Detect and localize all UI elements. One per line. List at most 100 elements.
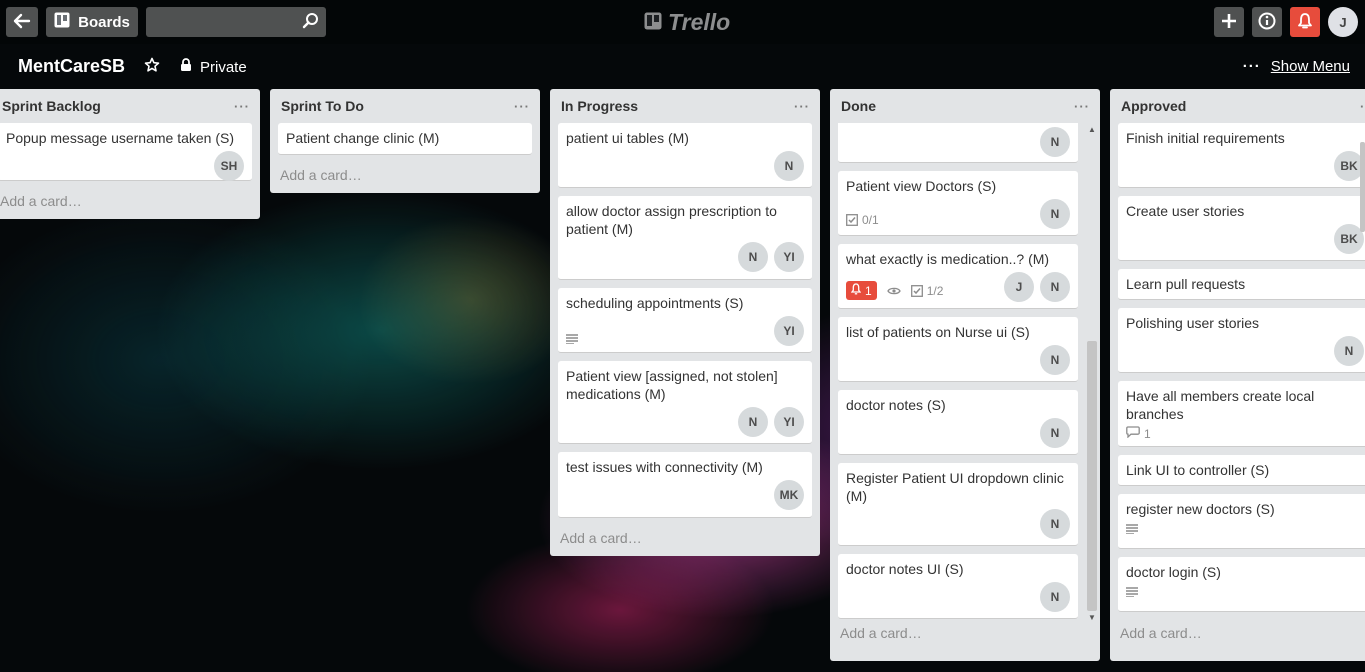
comment-icon xyxy=(1126,426,1140,441)
card[interactable]: Create user stories BK xyxy=(1118,196,1365,261)
list-title[interactable]: Sprint Backlog xyxy=(2,98,101,114)
card[interactable]: Have all members create local branches 1 xyxy=(1118,381,1365,447)
add-card-button[interactable]: Add a card… xyxy=(550,526,820,556)
card[interactable]: Popup message username taken (S) SH xyxy=(0,123,252,181)
show-menu-label: Show Menu xyxy=(1270,58,1350,75)
card[interactable]: doctor login (S) xyxy=(1118,557,1365,612)
card[interactable]: Patient view [assigned, not stolen] medi… xyxy=(558,361,812,444)
member-avatar[interactable]: N xyxy=(1334,336,1364,366)
add-card-button[interactable]: Add a card… xyxy=(1110,623,1365,651)
search-box[interactable] xyxy=(146,7,326,37)
card[interactable]: N xyxy=(838,123,1078,163)
card[interactable]: what exactly is medication..? (M) 1 1/2 … xyxy=(838,244,1078,309)
card[interactable]: test issues with connectivity (M) MK xyxy=(558,452,812,518)
plus-icon xyxy=(1221,9,1237,35)
board-title[interactable]: MentCareSB xyxy=(18,56,125,77)
member-avatar[interactable]: N xyxy=(1040,509,1070,539)
card[interactable]: scheduling appointments (S) YI xyxy=(558,288,812,353)
scroll-up-arrow-icon[interactable]: ▲ xyxy=(1087,125,1097,137)
privacy-label: Private xyxy=(200,58,247,76)
back-button[interactable] xyxy=(6,7,38,37)
info-button[interactable] xyxy=(1252,7,1282,37)
card[interactable]: Patient change clinic (M) xyxy=(278,123,532,155)
checklist-badge: 0/1 xyxy=(846,213,879,227)
card[interactable]: Link UI to controller (S) xyxy=(1118,455,1365,486)
board-scrollbar-thumb[interactable] xyxy=(1360,142,1365,232)
member-avatar[interactable]: N xyxy=(738,407,768,437)
list-done: Done ··· N Patient view Doctors (S) 0/1 … xyxy=(830,89,1100,661)
card[interactable]: doctor notes (S) N xyxy=(838,390,1078,455)
list-scrollbar[interactable]: ▲ ▼ xyxy=(1087,125,1097,625)
list-title[interactable]: Approved xyxy=(1121,98,1186,114)
member-avatar[interactable]: SH xyxy=(214,151,244,181)
description-icon xyxy=(1126,524,1138,534)
card-title: Create user stories xyxy=(1126,203,1245,219)
ellipsis-icon: ··· xyxy=(1242,58,1261,75)
member-avatar[interactable]: N xyxy=(1040,127,1070,157)
list-menu-icon[interactable]: ··· xyxy=(794,99,810,114)
add-card-button[interactable]: Add a card… xyxy=(0,189,260,219)
card-title: list of patients on Nurse ui (S) xyxy=(846,324,1030,340)
back-arrow-icon xyxy=(13,13,31,32)
card-title: allow doctor assign prescription to pati… xyxy=(566,203,777,237)
card-title: Popup message username taken (S) xyxy=(6,130,235,146)
card[interactable]: list of patients on Nurse ui (S) N xyxy=(838,317,1078,382)
star-icon[interactable] xyxy=(144,57,160,78)
card[interactable]: Polishing user stories N xyxy=(1118,308,1365,373)
card[interactable]: Learn pull requests xyxy=(1118,269,1365,300)
notifications-button[interactable] xyxy=(1290,7,1320,37)
list-sprint-backlog: Sprint Backlog ··· Popup message usernam… xyxy=(0,89,260,219)
list-menu-icon[interactable]: ··· xyxy=(1074,99,1090,114)
member-avatar[interactable]: N xyxy=(774,151,804,181)
description-icon xyxy=(566,334,578,344)
card-title: Learn pull requests xyxy=(1126,276,1246,292)
info-icon xyxy=(1258,12,1276,33)
scrollbar-thumb[interactable] xyxy=(1087,341,1097,611)
add-card-button[interactable]: Add a card… xyxy=(270,163,540,193)
card[interactable]: register new doctors (S) xyxy=(1118,494,1365,549)
card-title: doctor notes UI (S) xyxy=(846,561,964,577)
add-card-button[interactable]: Add a card… xyxy=(830,623,1100,651)
list-title[interactable]: Done xyxy=(841,98,876,114)
checklist-count: 0/1 xyxy=(862,213,879,227)
member-avatar[interactable]: YI xyxy=(774,242,804,272)
card-title: Have all members create local branches xyxy=(1126,388,1315,422)
member-avatar[interactable]: N xyxy=(1040,345,1070,375)
member-avatar[interactable]: MK xyxy=(774,480,804,510)
list-menu-icon[interactable]: ··· xyxy=(234,99,250,114)
list-menu-icon[interactable]: ··· xyxy=(1360,99,1365,114)
card-title: doctor login (S) xyxy=(1126,564,1221,580)
description-icon xyxy=(1126,587,1138,597)
show-menu-button[interactable]: ··· Show Menu xyxy=(1243,58,1350,75)
member-avatar[interactable]: N xyxy=(1040,418,1070,448)
card[interactable]: doctor notes UI (S) N xyxy=(838,554,1078,619)
card-title: doctor notes (S) xyxy=(846,397,946,413)
member-avatar[interactable]: J xyxy=(1004,272,1034,302)
scroll-down-arrow-icon[interactable]: ▼ xyxy=(1087,613,1097,625)
member-avatar[interactable]: N xyxy=(1040,272,1070,302)
card[interactable]: allow doctor assign prescription to pati… xyxy=(558,196,812,280)
search-input[interactable] xyxy=(146,7,312,35)
boards-button[interactable]: Boards xyxy=(46,7,138,37)
card[interactable]: Register Patient UI dropdown clinic (M) … xyxy=(838,463,1078,546)
member-avatar[interactable]: N xyxy=(1040,199,1070,229)
add-button[interactable] xyxy=(1214,7,1244,37)
user-avatar[interactable]: J xyxy=(1328,7,1358,37)
member-avatar[interactable]: N xyxy=(738,242,768,272)
trello-logo[interactable]: Trello xyxy=(644,8,730,36)
list-menu-icon[interactable]: ··· xyxy=(514,99,530,114)
list-title[interactable]: In Progress xyxy=(561,98,638,114)
member-avatar[interactable]: N xyxy=(1040,582,1070,612)
bell-icon xyxy=(850,283,862,298)
card-title: Polishing user stories xyxy=(1126,315,1260,331)
card[interactable]: Patient view Doctors (S) 0/1 N xyxy=(838,171,1078,236)
member-avatar[interactable]: YI xyxy=(774,316,804,346)
notification-count: 1 xyxy=(865,283,872,298)
card[interactable]: Finish initial requirements BK xyxy=(1118,123,1365,188)
list-in-progress: In Progress ··· patient ui tables (M) N … xyxy=(550,89,820,556)
privacy-button[interactable]: Private xyxy=(180,58,247,76)
member-avatar[interactable]: YI xyxy=(774,407,804,437)
search-icon[interactable] xyxy=(302,12,320,33)
list-title[interactable]: Sprint To Do xyxy=(281,98,364,114)
card[interactable]: patient ui tables (M) N xyxy=(558,123,812,188)
